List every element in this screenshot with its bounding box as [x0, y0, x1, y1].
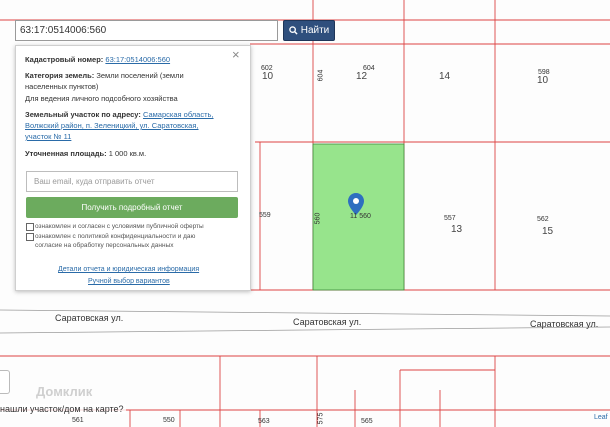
parcel-label: 562: [537, 216, 549, 223]
address-row: Земельный участок по адресу: Самарская о…: [25, 110, 214, 119]
land-use: Для ведения личного подсобного хозяйства: [25, 94, 178, 103]
watermark: Домклик: [36, 384, 93, 399]
parcel-label: 565: [361, 418, 373, 425]
parcel-label: 604: [317, 69, 325, 82]
parcel-label: 575: [317, 412, 325, 425]
land-category-row: Категория земель: Земли поселений (земли: [25, 71, 184, 80]
quarter-label: 14: [439, 71, 451, 82]
search-icon: [288, 26, 298, 35]
parcel-label: 559: [259, 212, 271, 219]
selected-parcel-label: 11 560: [350, 213, 371, 220]
street-label: Саратовская ул.: [530, 319, 599, 329]
close-icon[interactable]: ×: [232, 48, 240, 61]
area-row: Уточненная площадь: 1 000 кв.м.: [25, 149, 147, 158]
manual-choice-link[interactable]: Ручной выбор вариантов: [88, 278, 170, 285]
parcel-label: 561: [72, 417, 84, 424]
quarter-label: 12: [356, 71, 368, 82]
quarter-label: 15: [542, 226, 554, 237]
quarter-label: 10: [537, 75, 549, 86]
privacy-checkbox-label-cont: согласие на обработку персональных данны…: [35, 242, 174, 249]
parcel-label: 557: [444, 215, 456, 222]
side-tab-button[interactable]: [0, 370, 10, 394]
email-field[interactable]: Ваш email, куда отправить отчет: [26, 171, 238, 192]
street-label: Саратовская ул.: [55, 313, 124, 323]
parcel-label: 560: [314, 212, 322, 225]
cadastral-number-link[interactable]: 63:17:0514006:560: [105, 55, 170, 64]
found-parcel-question[interactable]: нашли участок/дом на карте?: [0, 404, 126, 414]
cadastral-number-row: Кадастровый номер: 63:17:0514006:560: [25, 55, 171, 64]
quarter-label: 10: [262, 71, 274, 82]
offer-checkbox[interactable]: [26, 223, 34, 231]
privacy-checkbox-label: ознакомлен с политикой конфиденциальност…: [35, 233, 196, 240]
offer-checkbox-label: ознакомлен и согласен с условиями публич…: [35, 223, 204, 230]
parcel-label: 550: [163, 417, 175, 424]
address-link[interactable]: Волжский район, п. Зеленицкий, ул. Сарат…: [25, 121, 199, 131]
map-attribution[interactable]: Leaf: [594, 414, 608, 421]
find-button[interactable]: Найти: [283, 20, 335, 41]
quarter-label: 13: [451, 224, 463, 235]
find-button-label: Найти: [300, 25, 330, 36]
land-category-cont: населенных пунктов): [25, 82, 99, 91]
parcel-label: 563: [258, 418, 270, 425]
street-label: Саратовская ул.: [293, 317, 362, 327]
privacy-checkbox[interactable]: [26, 233, 34, 241]
report-details-link[interactable]: Детали отчета и юридическая информация: [58, 266, 199, 273]
address-link-cont[interactable]: участок № 11: [25, 132, 71, 142]
cadastral-search-input[interactable]: 63:17:0514006:560: [15, 20, 278, 41]
get-report-button[interactable]: Получить подробный отчет: [26, 197, 238, 218]
